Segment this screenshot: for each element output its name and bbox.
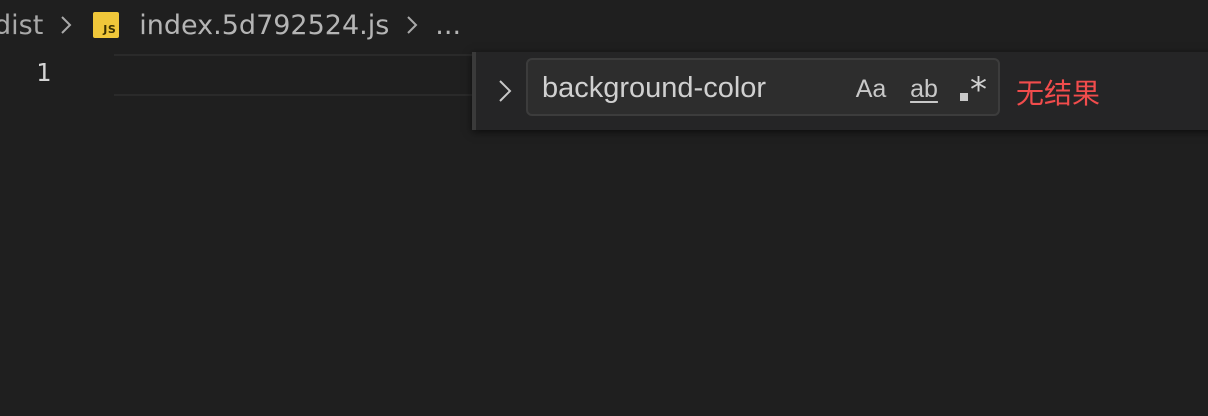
whole-word-icon: ab [910, 74, 938, 103]
chevron-right-icon [401, 14, 423, 36]
find-widget: Aa ab * 无结果 [472, 52, 1208, 130]
find-input-box: Aa ab * [526, 58, 1000, 116]
code-token: ( [407, 95, 422, 96]
code-token: ) [362, 95, 377, 96]
chevron-right-icon [55, 14, 77, 36]
chevron-right-icon [499, 80, 512, 102]
editor-window: dist JS index.5d792524.js ... 1 og("sumR… [0, 0, 1208, 416]
breadcrumb-file[interactable]: index.5d792524.js [139, 10, 389, 41]
match-case-icon: Aa [855, 74, 887, 103]
code-token: ) [437, 95, 452, 96]
code-token: og [166, 95, 196, 96]
code-token: e [422, 95, 437, 96]
regex-dot-icon [960, 93, 968, 101]
regex-icon: * [970, 70, 987, 110]
code-token: "sumRes" [211, 95, 331, 96]
use-regex-button[interactable]: * [956, 70, 992, 110]
breadcrumb-ellipsis[interactable]: ... [435, 10, 461, 41]
code-token: ( [196, 95, 211, 96]
code-token: , [332, 95, 347, 96]
code-token: o [347, 95, 362, 96]
toggle-replace-button[interactable] [490, 74, 520, 108]
find-input[interactable] [542, 68, 842, 108]
match-whole-word-button[interactable]: ab [904, 72, 944, 106]
line-number: 1 [36, 58, 52, 87]
breadcrumb-folder[interactable]: dist [0, 10, 43, 41]
code-token: c [392, 95, 407, 96]
code-token: , [452, 95, 467, 96]
code-token: , [377, 95, 392, 96]
js-file-icon: JS [93, 12, 120, 38]
match-case-button[interactable]: Aa [854, 72, 888, 106]
breadcrumb: dist JS index.5d792524.js ... [0, 4, 461, 46]
code-line[interactable]: og("sumRes",o),c(e),c [114, 54, 474, 96]
no-results-status: 无结果 [1016, 77, 1101, 110]
